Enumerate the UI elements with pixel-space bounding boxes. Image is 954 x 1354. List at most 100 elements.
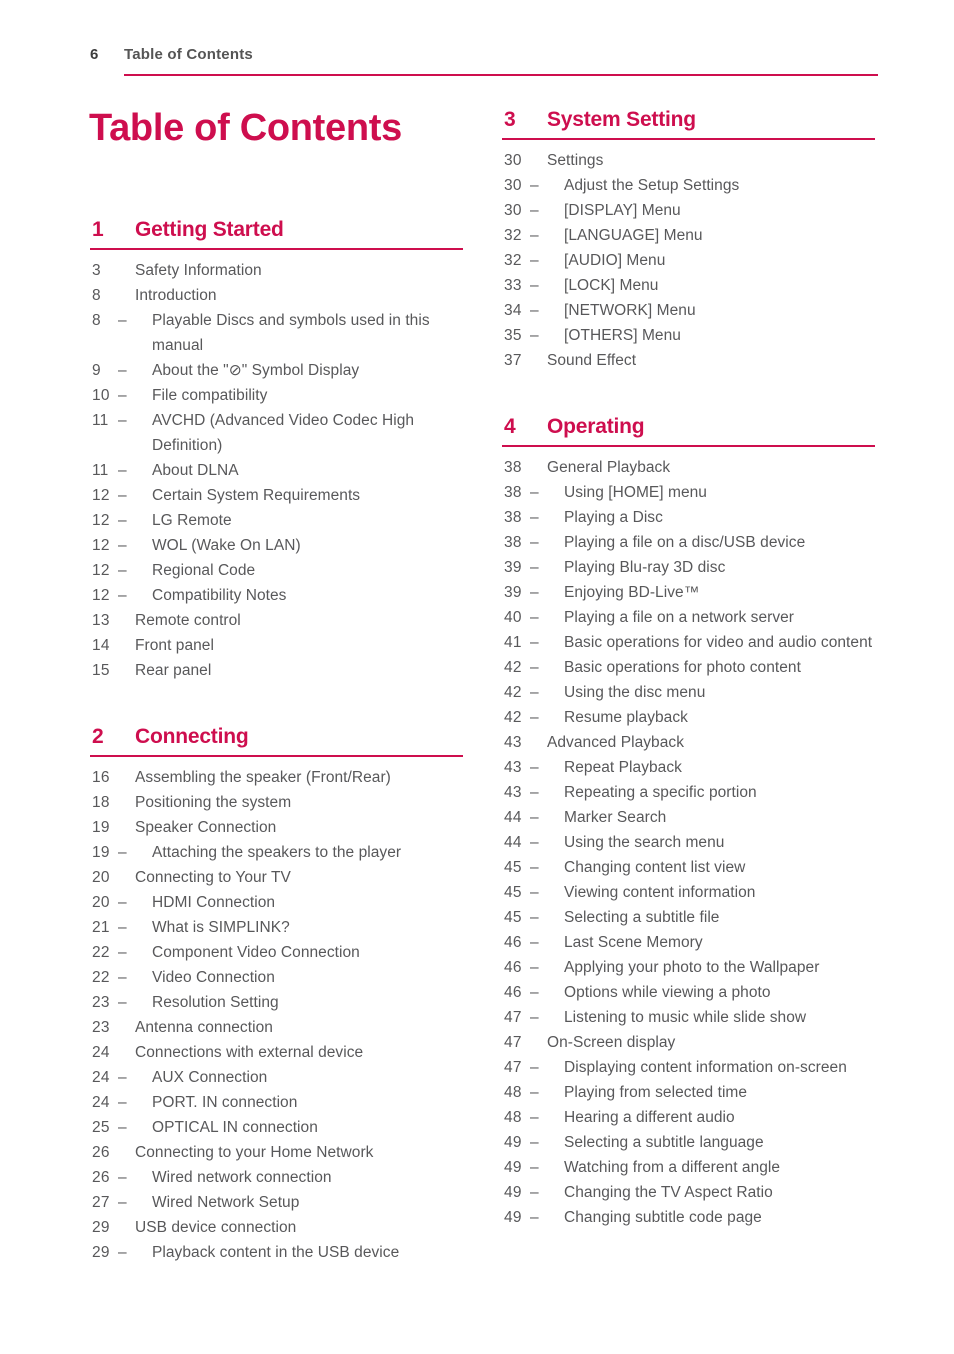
toc-entry-label: – Playing from selected time xyxy=(530,1080,892,1105)
toc-entry[interactable]: 30 Settings xyxy=(502,148,875,173)
toc-entry[interactable]: 29 USB device connection xyxy=(90,1215,463,1240)
toc-entry[interactable]: 48– Hearing a different audio xyxy=(502,1105,875,1130)
toc-entry[interactable]: 32– [LANGUAGE] Menu xyxy=(502,223,875,248)
toc-entry[interactable]: 40– Playing a file on a network server xyxy=(502,605,875,630)
toc-entry[interactable]: 42– Resume playback xyxy=(502,705,875,730)
toc-entry-text: [DISPLAY] Menu xyxy=(564,202,681,219)
toc-entry[interactable]: 45– Viewing content information xyxy=(502,880,875,905)
toc-entry[interactable]: 24 Connections with external device xyxy=(90,1040,463,1065)
toc-entry[interactable]: 8 Introduction xyxy=(90,283,463,308)
toc-entry-dash-icon: – xyxy=(118,562,127,579)
toc-entry[interactable]: 49– Changing the TV Aspect Ratio xyxy=(502,1180,875,1205)
toc-entry[interactable]: 11– AVCHD (Advanced Video Codec High Defi… xyxy=(90,408,463,454)
toc-entry-dash-icon: – xyxy=(530,484,539,501)
toc-entry[interactable]: 3 Safety Information xyxy=(90,258,463,283)
toc-entry-label: – Using the search menu xyxy=(530,830,892,855)
toc-entry[interactable]: 49– Watching from a different angle xyxy=(502,1155,875,1180)
toc-entry[interactable]: 15 Rear panel xyxy=(90,658,463,683)
toc-entry[interactable]: 46– Last Scene Memory xyxy=(502,930,875,955)
toc-entry[interactable]: 12– Regional Code xyxy=(90,558,463,583)
toc-entry-label: – Wired network connection xyxy=(118,1165,480,1190)
toc-entry[interactable]: 41– Basic operations for video and audio … xyxy=(502,630,875,655)
toc-entry-text: Basic operations for video and audio con… xyxy=(564,634,873,651)
toc-entry[interactable]: 30– Adjust the Setup Settings xyxy=(502,173,875,198)
toc-entry[interactable]: 44– Using the search menu xyxy=(502,830,875,855)
toc-entry-text: Compatibility Notes xyxy=(152,587,287,604)
toc-entry[interactable]: 43 Advanced Playback xyxy=(502,730,875,755)
toc-entry[interactable]: 23 Antenna connection xyxy=(90,1015,463,1040)
toc-entry[interactable]: 39– Enjoying BD-Live™ xyxy=(502,580,875,605)
toc-entry[interactable]: 49– Changing subtitle code page xyxy=(502,1205,875,1230)
toc-entry[interactable]: 23– Resolution Setting xyxy=(90,990,463,1015)
toc-entry[interactable]: 42– Basic operations for photo content xyxy=(502,655,875,680)
toc-entry[interactable]: 8– Playable Discs and symbols used in thi… xyxy=(90,308,463,354)
toc-entry[interactable]: 38 General Playback xyxy=(502,455,875,480)
toc-entry[interactable]: 42– Using the disc menu xyxy=(502,680,875,705)
toc-entry[interactable]: 47 On-Screen display xyxy=(502,1030,875,1055)
toc-entry[interactable]: 12– Certain System Requirements xyxy=(90,483,463,508)
toc-entry[interactable]: 44– Marker Search xyxy=(502,805,875,830)
toc-entry[interactable]: 18 Positioning the system xyxy=(90,790,463,815)
toc-entry[interactable]: 19 Speaker Connection xyxy=(90,815,463,840)
toc-entry[interactable]: 13 Remote control xyxy=(90,608,463,633)
toc-entry[interactable]: 43– Repeat Playback xyxy=(502,755,875,780)
toc-entry[interactable]: 30– [DISPLAY] Menu xyxy=(502,198,875,223)
toc-entry[interactable]: 48– Playing from selected time xyxy=(502,1080,875,1105)
toc-entry[interactable]: 26– Wired network connection xyxy=(90,1165,463,1190)
toc-entry[interactable]: 24– PORT. IN connection xyxy=(90,1090,463,1115)
toc-entry-text: About the "⊘" Symbol Display xyxy=(152,362,360,379)
toc-entry[interactable]: 21– What is SIMPLINK? xyxy=(90,915,463,940)
toc-entry[interactable]: 12– Compatibility Notes xyxy=(90,583,463,608)
running-header: 6 Table of Contents xyxy=(90,46,880,76)
toc-entry[interactable]: 38– Playing a file on a disc/USB device xyxy=(502,530,875,555)
toc-entry[interactable]: 46– Applying your photo to the Wallpaper xyxy=(502,955,875,980)
toc-entry[interactable]: 16 Assembling the speaker (Front/Rear) xyxy=(90,765,463,790)
toc-entry[interactable]: 9– About the "⊘" Symbol Display xyxy=(90,358,463,383)
toc-entry-dash-icon: – xyxy=(530,1109,539,1126)
toc-entry[interactable]: 49– Selecting a subtitle language xyxy=(502,1130,875,1155)
toc-entry-dash-icon: – xyxy=(118,1244,127,1261)
toc-entry[interactable]: 47– Listening to music while slide show xyxy=(502,1005,875,1030)
toc-entry[interactable]: 43– Repeating a specific portion xyxy=(502,780,875,805)
toc-entry[interactable]: 39– Playing Blu-ray 3D disc xyxy=(502,555,875,580)
toc-entry[interactable]: 38– Playing a Disc xyxy=(502,505,875,530)
toc-entry-text: Playing Blu-ray 3D disc xyxy=(564,559,726,576)
toc-entry[interactable]: 37 Sound Effect xyxy=(502,348,875,373)
toc-entry[interactable]: 34– [NETWORK] Menu xyxy=(502,298,875,323)
toc-section-number: 4 xyxy=(504,415,516,438)
toc-entry[interactable]: 19– Attaching the speakers to the player xyxy=(90,840,463,865)
toc-entry-label: – [AUDIO] Menu xyxy=(530,248,892,273)
toc-entry[interactable]: 45– Selecting a subtitle file xyxy=(502,905,875,930)
toc-entry[interactable]: 12– LG Remote xyxy=(90,508,463,533)
toc-entry[interactable]: 25– OPTICAL IN connection xyxy=(90,1115,463,1140)
toc-entry-text: [LANGUAGE] Menu xyxy=(564,227,703,244)
toc-entry[interactable]: 22– Component Video Connection xyxy=(90,940,463,965)
toc-entry-label: – Component Video Connection xyxy=(118,940,480,965)
toc-entry[interactable]: 20 Connecting to Your TV xyxy=(90,865,463,890)
toc-entry[interactable]: 33– [LOCK] Menu xyxy=(502,273,875,298)
toc-entry-text: Changing the TV Aspect Ratio xyxy=(564,1184,773,1201)
toc-entry[interactable]: 22– Video Connection xyxy=(90,965,463,990)
toc-section-rule xyxy=(90,755,463,757)
toc-entry[interactable]: 38– Using [HOME] menu xyxy=(502,480,875,505)
toc-entry-dash-icon: – xyxy=(530,559,539,576)
toc-entry[interactable]: 26 Connecting to your Home Network xyxy=(90,1140,463,1165)
toc-entry-page: 19 xyxy=(92,819,110,836)
toc-entry[interactable]: 47– Displaying content information on-scr… xyxy=(502,1055,875,1080)
toc-entry[interactable]: 32– [AUDIO] Menu xyxy=(502,248,875,273)
toc-entry[interactable]: 24– AUX Connection xyxy=(90,1065,463,1090)
toc-entry-label: – Playing Blu-ray 3D disc xyxy=(530,555,892,580)
toc-entry-label: – Using the disc menu xyxy=(530,680,892,705)
toc-entry-label: – Using [HOME] menu xyxy=(530,480,892,505)
toc-entry[interactable]: 10– File compatibility xyxy=(90,383,463,408)
toc-entry[interactable]: 46– Options while viewing a photo xyxy=(502,980,875,1005)
toc-entry[interactable]: 14 Front panel xyxy=(90,633,463,658)
toc-entry[interactable]: 27– Wired Network Setup xyxy=(90,1190,463,1215)
toc-entry[interactable]: 45– Changing content list view xyxy=(502,855,875,880)
toc-entry[interactable]: 29– Playback content in the USB device xyxy=(90,1240,463,1265)
toc-entry[interactable]: 12– WOL (Wake On LAN) xyxy=(90,533,463,558)
toc-entry[interactable]: 35– [OTHERS] Menu xyxy=(502,323,875,348)
toc-entry[interactable]: 11– About DLNA xyxy=(90,458,463,483)
toc-entry[interactable]: 20– HDMI Connection xyxy=(90,890,463,915)
page-folio: 6 xyxy=(90,46,99,63)
